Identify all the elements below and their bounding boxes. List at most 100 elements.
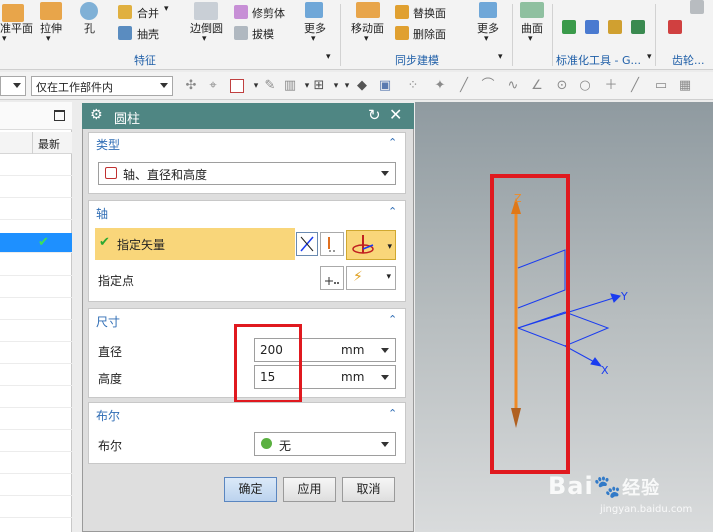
- list-item[interactable]: [0, 430, 72, 452]
- list-item[interactable]: [0, 276, 72, 298]
- point-type-select[interactable]: ⚡ ▾: [346, 266, 396, 290]
- ribbon-divider: [552, 4, 553, 66]
- specify-point-label: 指定点: [98, 274, 135, 288]
- group-label-gear: 齿轮...: [672, 54, 705, 67]
- apply-button[interactable]: 应用: [283, 477, 336, 502]
- ok-button[interactable]: 确定: [224, 477, 277, 502]
- list-item-selected[interactable]: ✔: [0, 233, 72, 253]
- chevron-down-icon[interactable]: ▾: [528, 34, 533, 44]
- vector-icon: [300, 236, 314, 252]
- collapse-icon[interactable]: ⌃: [388, 137, 400, 148]
- list-item[interactable]: [0, 154, 72, 176]
- ribbon-draft[interactable]: 拔模: [252, 26, 274, 42]
- dialog-title: 圆柱: [114, 112, 141, 127]
- snap-tangent-icon[interactable]: ∿: [506, 79, 520, 93]
- vector-dialog-button[interactable]: [296, 232, 318, 256]
- ribbon-hole[interactable]: 孔: [84, 20, 95, 36]
- type-select[interactable]: 轴、直径和高度: [98, 162, 396, 185]
- snap-icon[interactable]: ✎: [263, 79, 277, 93]
- snap-end-icon[interactable]: ✦: [433, 79, 447, 93]
- boolean-section-header[interactable]: 布尔: [96, 407, 120, 424]
- snap-grid-icon[interactable]: ▦: [678, 79, 692, 93]
- watermark-logo: Bai🐾经验: [548, 472, 660, 500]
- snap-curve-icon[interactable]: ⌒: [481, 79, 495, 93]
- specify-vector-row[interactable]: ✔ 指定矢量: [95, 228, 295, 260]
- axis-section-header[interactable]: 轴: [96, 205, 108, 222]
- snap-face-icon[interactable]: ▭: [654, 79, 668, 93]
- list-item[interactable]: [0, 176, 72, 198]
- chevron-down-icon[interactable]: ▾: [340, 79, 354, 93]
- gear-tool-icon[interactable]: [690, 0, 704, 14]
- group-expand-icon[interactable]: ▾: [498, 52, 503, 62]
- reverse-direction-icon: [328, 237, 337, 252]
- selection-icon[interactable]: [230, 79, 244, 93]
- snap-circle-icon[interactable]: ○: [578, 79, 592, 93]
- type-section-header[interactable]: 类型: [96, 136, 120, 153]
- maximize-icon[interactable]: [54, 110, 65, 121]
- snap-icon[interactable]: ⌖: [206, 79, 220, 93]
- chevron-down-icon: [13, 83, 21, 88]
- boolean-select[interactable]: 无: [254, 432, 396, 456]
- ribbon-shell[interactable]: 抽壳: [137, 26, 159, 42]
- list-item[interactable]: [0, 408, 72, 430]
- ribbon-extrude[interactable]: 拉伸: [40, 20, 62, 36]
- snap-quadrant-icon[interactable]: ∠: [530, 79, 544, 93]
- close-icon[interactable]: ✕: [389, 105, 402, 124]
- chevron-down-icon[interactable]: ▾: [202, 34, 207, 44]
- gear-tool-icon[interactable]: [668, 20, 682, 34]
- list-item[interactable]: [0, 452, 72, 474]
- chevron-down-icon[interactable]: ▾: [484, 34, 489, 44]
- chevron-down-icon[interactable]: ▾: [249, 79, 263, 93]
- solid-icon[interactable]: ◆: [355, 79, 369, 93]
- snap-icon[interactable]: ▥: [283, 79, 297, 93]
- reset-icon[interactable]: ↻: [368, 106, 381, 124]
- chevron-down-icon[interactable]: ▾: [311, 34, 316, 44]
- replace-face-icon: [395, 5, 409, 19]
- ribbon-delete-face[interactable]: 删除面: [413, 26, 446, 42]
- snap-center-icon[interactable]: ⊙: [555, 79, 569, 93]
- std-tool-icon[interactable]: [562, 20, 576, 34]
- collapse-icon[interactable]: ⌃: [388, 206, 400, 217]
- size-section-header[interactable]: 尺寸: [96, 313, 120, 330]
- collapse-icon[interactable]: ⌃: [388, 408, 400, 419]
- collapse-icon[interactable]: ⌃: [388, 314, 400, 325]
- draft-icon: [234, 26, 248, 40]
- snap-icon[interactable]: ✣: [184, 79, 198, 93]
- snap-cross-icon[interactable]: ＋: [604, 79, 618, 93]
- ribbon-trim-body[interactable]: 修剪体: [252, 5, 285, 21]
- reverse-direction-button[interactable]: [320, 232, 344, 256]
- list-item[interactable]: [0, 474, 72, 496]
- ribbon-unite[interactable]: 合并: [137, 5, 159, 21]
- cancel-button[interactable]: 取消: [342, 477, 395, 502]
- list-item[interactable]: [0, 320, 72, 342]
- group-expand-icon[interactable]: ▾: [647, 52, 652, 62]
- chevron-down-icon[interactable]: ▾: [2, 34, 7, 44]
- vector-type-select[interactable]: ▾: [346, 230, 396, 260]
- type-filter-select[interactable]: [0, 76, 26, 96]
- std-tool-icon[interactable]: [631, 20, 645, 34]
- snap-line-icon[interactable]: ╱: [457, 79, 471, 93]
- snap-point-icon[interactable]: ⁘: [406, 79, 420, 93]
- unite-icon: [118, 5, 132, 19]
- snap-icon[interactable]: ⊞: [312, 79, 326, 93]
- body-icon[interactable]: ▣: [378, 79, 392, 93]
- std-tool-icon[interactable]: [585, 20, 599, 34]
- group-expand-icon[interactable]: ▾: [326, 52, 331, 62]
- list-item[interactable]: [0, 386, 72, 408]
- hole-icon: [80, 2, 98, 20]
- ribbon-replace-face[interactable]: 替换面: [413, 5, 446, 21]
- chevron-down-icon[interactable]: ▾: [46, 34, 51, 44]
- list-item[interactable]: [0, 198, 72, 220]
- selection-scope-select[interactable]: 仅在工作部件内: [31, 76, 173, 96]
- snap-line-icon[interactable]: ╱: [628, 79, 642, 93]
- list-item[interactable]: [0, 342, 72, 364]
- chevron-down-icon[interactable]: ▾: [364, 34, 369, 44]
- list-item[interactable]: [0, 254, 72, 276]
- point-dialog-button[interactable]: [320, 266, 344, 290]
- list-item[interactable]: [0, 496, 72, 518]
- chevron-down-icon[interactable]: ▾: [164, 4, 169, 14]
- chevron-down-icon: [381, 442, 389, 447]
- list-item[interactable]: [0, 298, 72, 320]
- list-item[interactable]: [0, 364, 72, 386]
- std-tool-icon[interactable]: [608, 20, 622, 34]
